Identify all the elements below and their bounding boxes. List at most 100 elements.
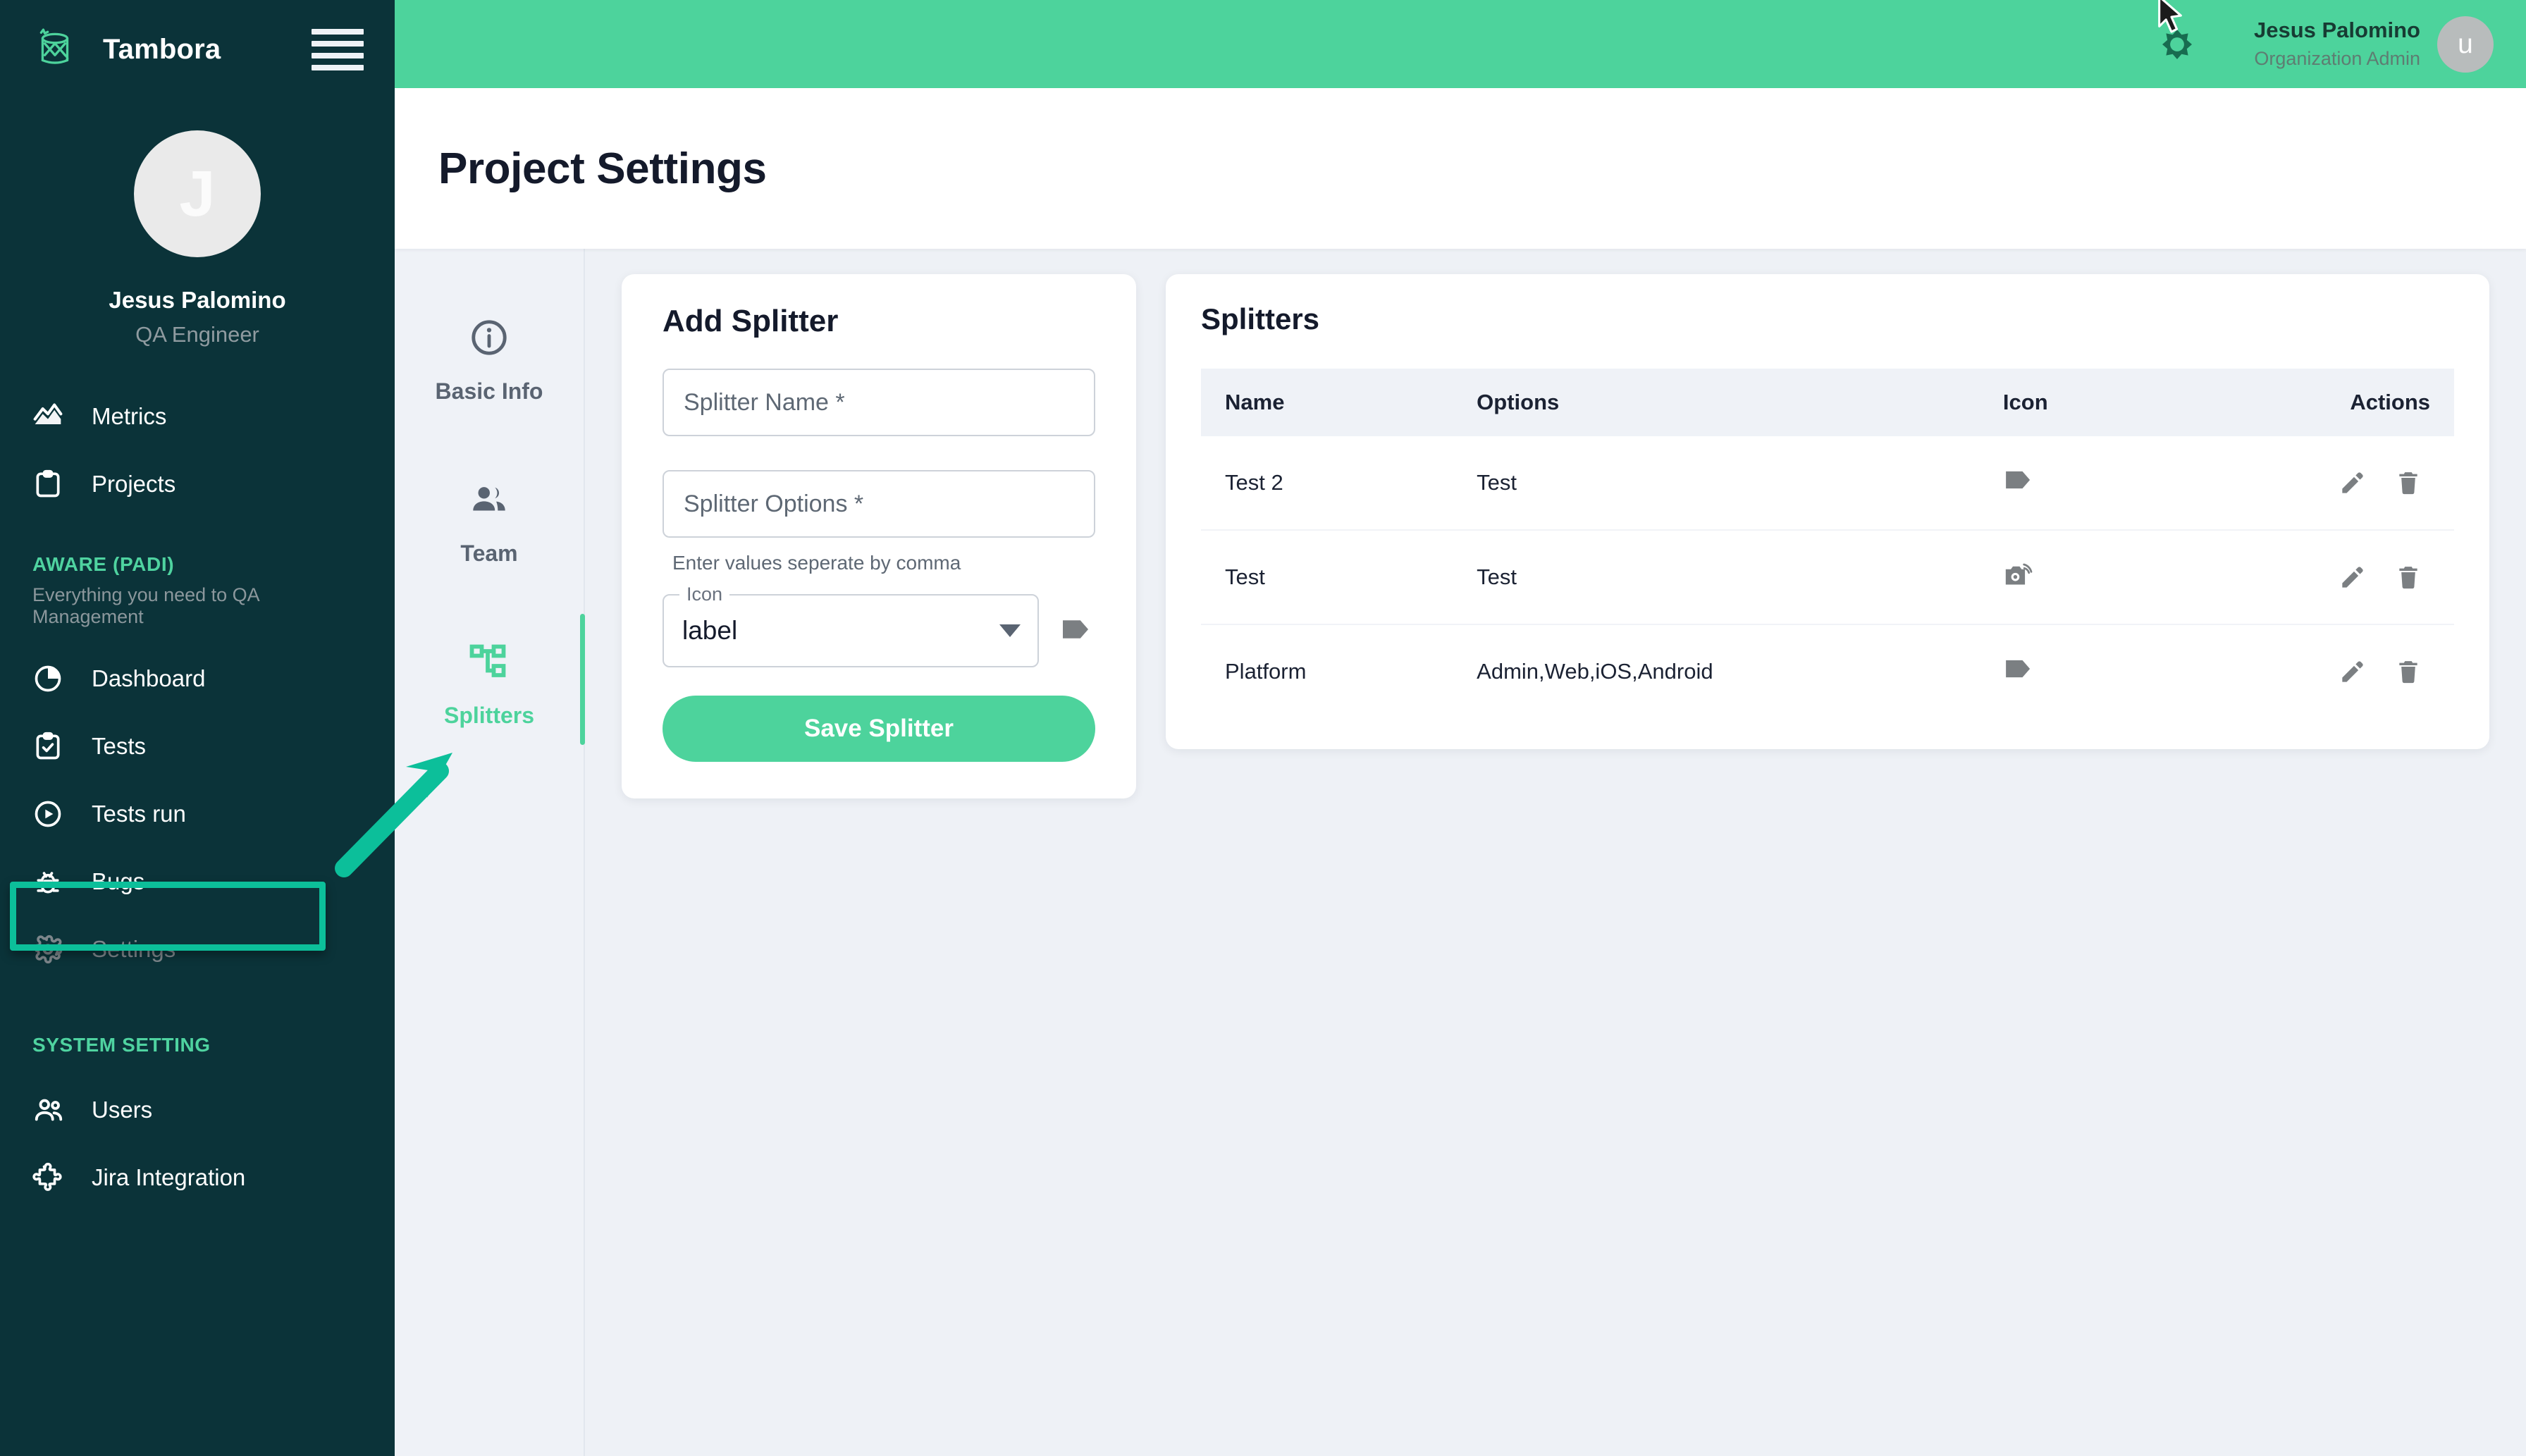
splitters-table-body: Test 2 Test Test Test Platform Admin,Web…	[1201, 436, 2454, 718]
sidebar-brand: Tambora	[0, 0, 395, 99]
icon-select[interactable]: Icon label	[663, 584, 1039, 667]
sitemap-icon	[468, 631, 510, 693]
tab-active-indicator	[580, 614, 585, 745]
tag-label-icon	[2003, 660, 2035, 686]
main-region: Jesus Palomino Organization Admin u Proj…	[395, 0, 2526, 1456]
sidebar-item-label: Projects	[92, 471, 176, 497]
column-header-icon: Icon	[2002, 390, 2048, 414]
table-row: Test Test	[1201, 530, 2454, 625]
sidebar-item-settings[interactable]: Settings	[0, 915, 395, 983]
sidebar-item-label: Jira Integration	[92, 1164, 246, 1190]
clipboard-icon	[32, 469, 76, 500]
sidebar-item-label: Tests	[92, 733, 147, 759]
cell-options: Admin,Web,iOS,Android	[1477, 659, 1713, 684]
trash-icon[interactable]	[2384, 556, 2433, 598]
sidebar-item-label: Metrics	[92, 403, 167, 429]
app-root: Tambora J Jesus Palomino QA Engineer Met…	[0, 0, 2526, 1456]
page-header: Project Settings	[395, 88, 2526, 249]
tab-basic-info[interactable]: Basic Info	[395, 274, 584, 436]
sidebar-group-subtitle: Everything you need to QA Management	[32, 584, 259, 627]
sidebar-item-metrics[interactable]: Metrics	[0, 383, 395, 450]
trash-icon[interactable]	[2384, 650, 2433, 693]
cell-icon	[2002, 436, 2279, 531]
splitters-title: Splitters	[1201, 302, 1320, 335]
topbar-user-name: Jesus Palomino	[2253, 18, 2420, 43]
edit-pencil-icon[interactable]	[2328, 462, 2377, 504]
play-circle-icon	[32, 798, 76, 829]
splitters-table-head: Name Options Icon Actions	[1201, 369, 2454, 436]
splitter-name-input[interactable]	[663, 369, 1095, 436]
tab-label: Splitters	[443, 702, 535, 728]
settings-tab-rail: Basic Info Team Splitters	[395, 249, 585, 1456]
splitter-options-input[interactable]	[663, 470, 1095, 538]
sidebar-item-label: Bugs	[92, 868, 145, 894]
add-splitter-title: Add Splitter	[663, 304, 839, 338]
tab-team[interactable]: Team	[395, 436, 584, 598]
icon-select-row: Icon label	[663, 584, 1095, 667]
table-row: Platform Admin,Web,iOS,Android	[1201, 624, 2454, 718]
gear-sun-icon[interactable]	[2151, 18, 2203, 70]
sidebar-group-title: AWARE (PADI)	[32, 553, 175, 575]
sidebar-item-tests[interactable]: Tests	[0, 712, 395, 780]
sidebar-item-label: Dashboard	[92, 665, 206, 691]
icon-select-label: Icon	[679, 584, 730, 605]
column-header-name: Name	[1225, 390, 1285, 414]
tag-label-icon	[1060, 617, 1095, 646]
sidebar-item-projects[interactable]: Projects	[0, 450, 395, 518]
users-group-icon	[32, 1094, 76, 1126]
clipboard-check-icon	[32, 731, 76, 762]
tab-label: Team	[460, 540, 518, 566]
sidebar: Tambora J Jesus Palomino QA Engineer Met…	[0, 0, 395, 1456]
splitter-options-hint: Enter values seperate by comma	[672, 552, 961, 574]
sidebar-group-title: SYSTEM SETTING	[32, 1034, 211, 1056]
avatar: J	[134, 130, 261, 257]
cell-options: Test	[1477, 530, 2003, 625]
sidebar-group-aware: AWARE (PADI) Everything you need to QA M…	[0, 553, 395, 628]
column-header-actions: Actions	[2350, 390, 2430, 414]
topbar-user-info[interactable]: Jesus Palomino Organization Admin	[2254, 18, 2420, 69]
tag-label-icon	[2003, 471, 2035, 497]
puzzle-piece-icon	[32, 1162, 76, 1193]
topbar-avatar[interactable]: u	[2437, 16, 2494, 73]
drum-logo-icon	[32, 26, 79, 73]
page-title: Project Settings	[438, 144, 767, 193]
topbar: Jesus Palomino Organization Admin u	[395, 0, 2526, 88]
brand-name: Tambora	[103, 33, 221, 65]
sidebar-group-system: SYSTEM SETTING	[0, 1034, 395, 1056]
add-splitter-card: Add Splitter Enter values seperate by co…	[622, 274, 1136, 798]
settings-content: Add Splitter Enter values seperate by co…	[585, 249, 2526, 1456]
cell-name: Platform	[1225, 659, 1307, 684]
info-circle-icon	[469, 307, 510, 369]
sidebar-item-users[interactable]: Users	[0, 1076, 395, 1144]
sidebar-user-name: Jesus Palomino	[109, 287, 286, 313]
tab-label: Basic Info	[435, 378, 543, 404]
sidebar-item-label: Settings	[92, 936, 176, 962]
cell-icon	[2002, 530, 2279, 625]
hamburger-menu-icon[interactable]	[312, 28, 364, 70]
sidebar-item-tests-run[interactable]: Tests run	[0, 780, 395, 848]
column-header-options: Options	[1477, 390, 1560, 414]
people-icon	[469, 469, 510, 531]
sidebar-item-jira-integration[interactable]: Jira Integration	[0, 1144, 395, 1211]
cell-options: Test	[1477, 436, 2003, 531]
edit-pencil-icon[interactable]	[2328, 650, 2377, 693]
sidebar-item-label: Users	[92, 1097, 153, 1123]
icon-select-value: label	[682, 616, 738, 645]
cell-name: Test	[1201, 530, 1477, 625]
edit-pencil-icon[interactable]	[2328, 556, 2377, 598]
splitters-table: Name Options Icon Actions Test 2 Test Te…	[1201, 369, 2454, 718]
body-area: Basic Info Team Splitters Add Splitter S…	[395, 249, 2526, 1456]
save-splitter-button[interactable]: Save Splitter	[663, 696, 1095, 762]
cell-icon	[2003, 624, 2279, 718]
pie-chart-icon	[32, 663, 76, 694]
tab-splitters[interactable]: Splitters	[395, 598, 585, 760]
table-row: Test 2 Test	[1201, 436, 2454, 531]
sidebar-item-dashboard[interactable]: Dashboard	[0, 645, 395, 712]
cell-name: Test 2	[1201, 436, 1477, 531]
topbar-user-role: Organization Admin	[2254, 47, 2420, 69]
trash-icon[interactable]	[2384, 462, 2433, 504]
camera-wifi-icon	[2003, 563, 2034, 593]
metrics-chart-icon	[32, 401, 76, 432]
chevron-down-icon	[999, 624, 1021, 637]
sidebar-item-bugs[interactable]: Bugs	[0, 848, 395, 915]
